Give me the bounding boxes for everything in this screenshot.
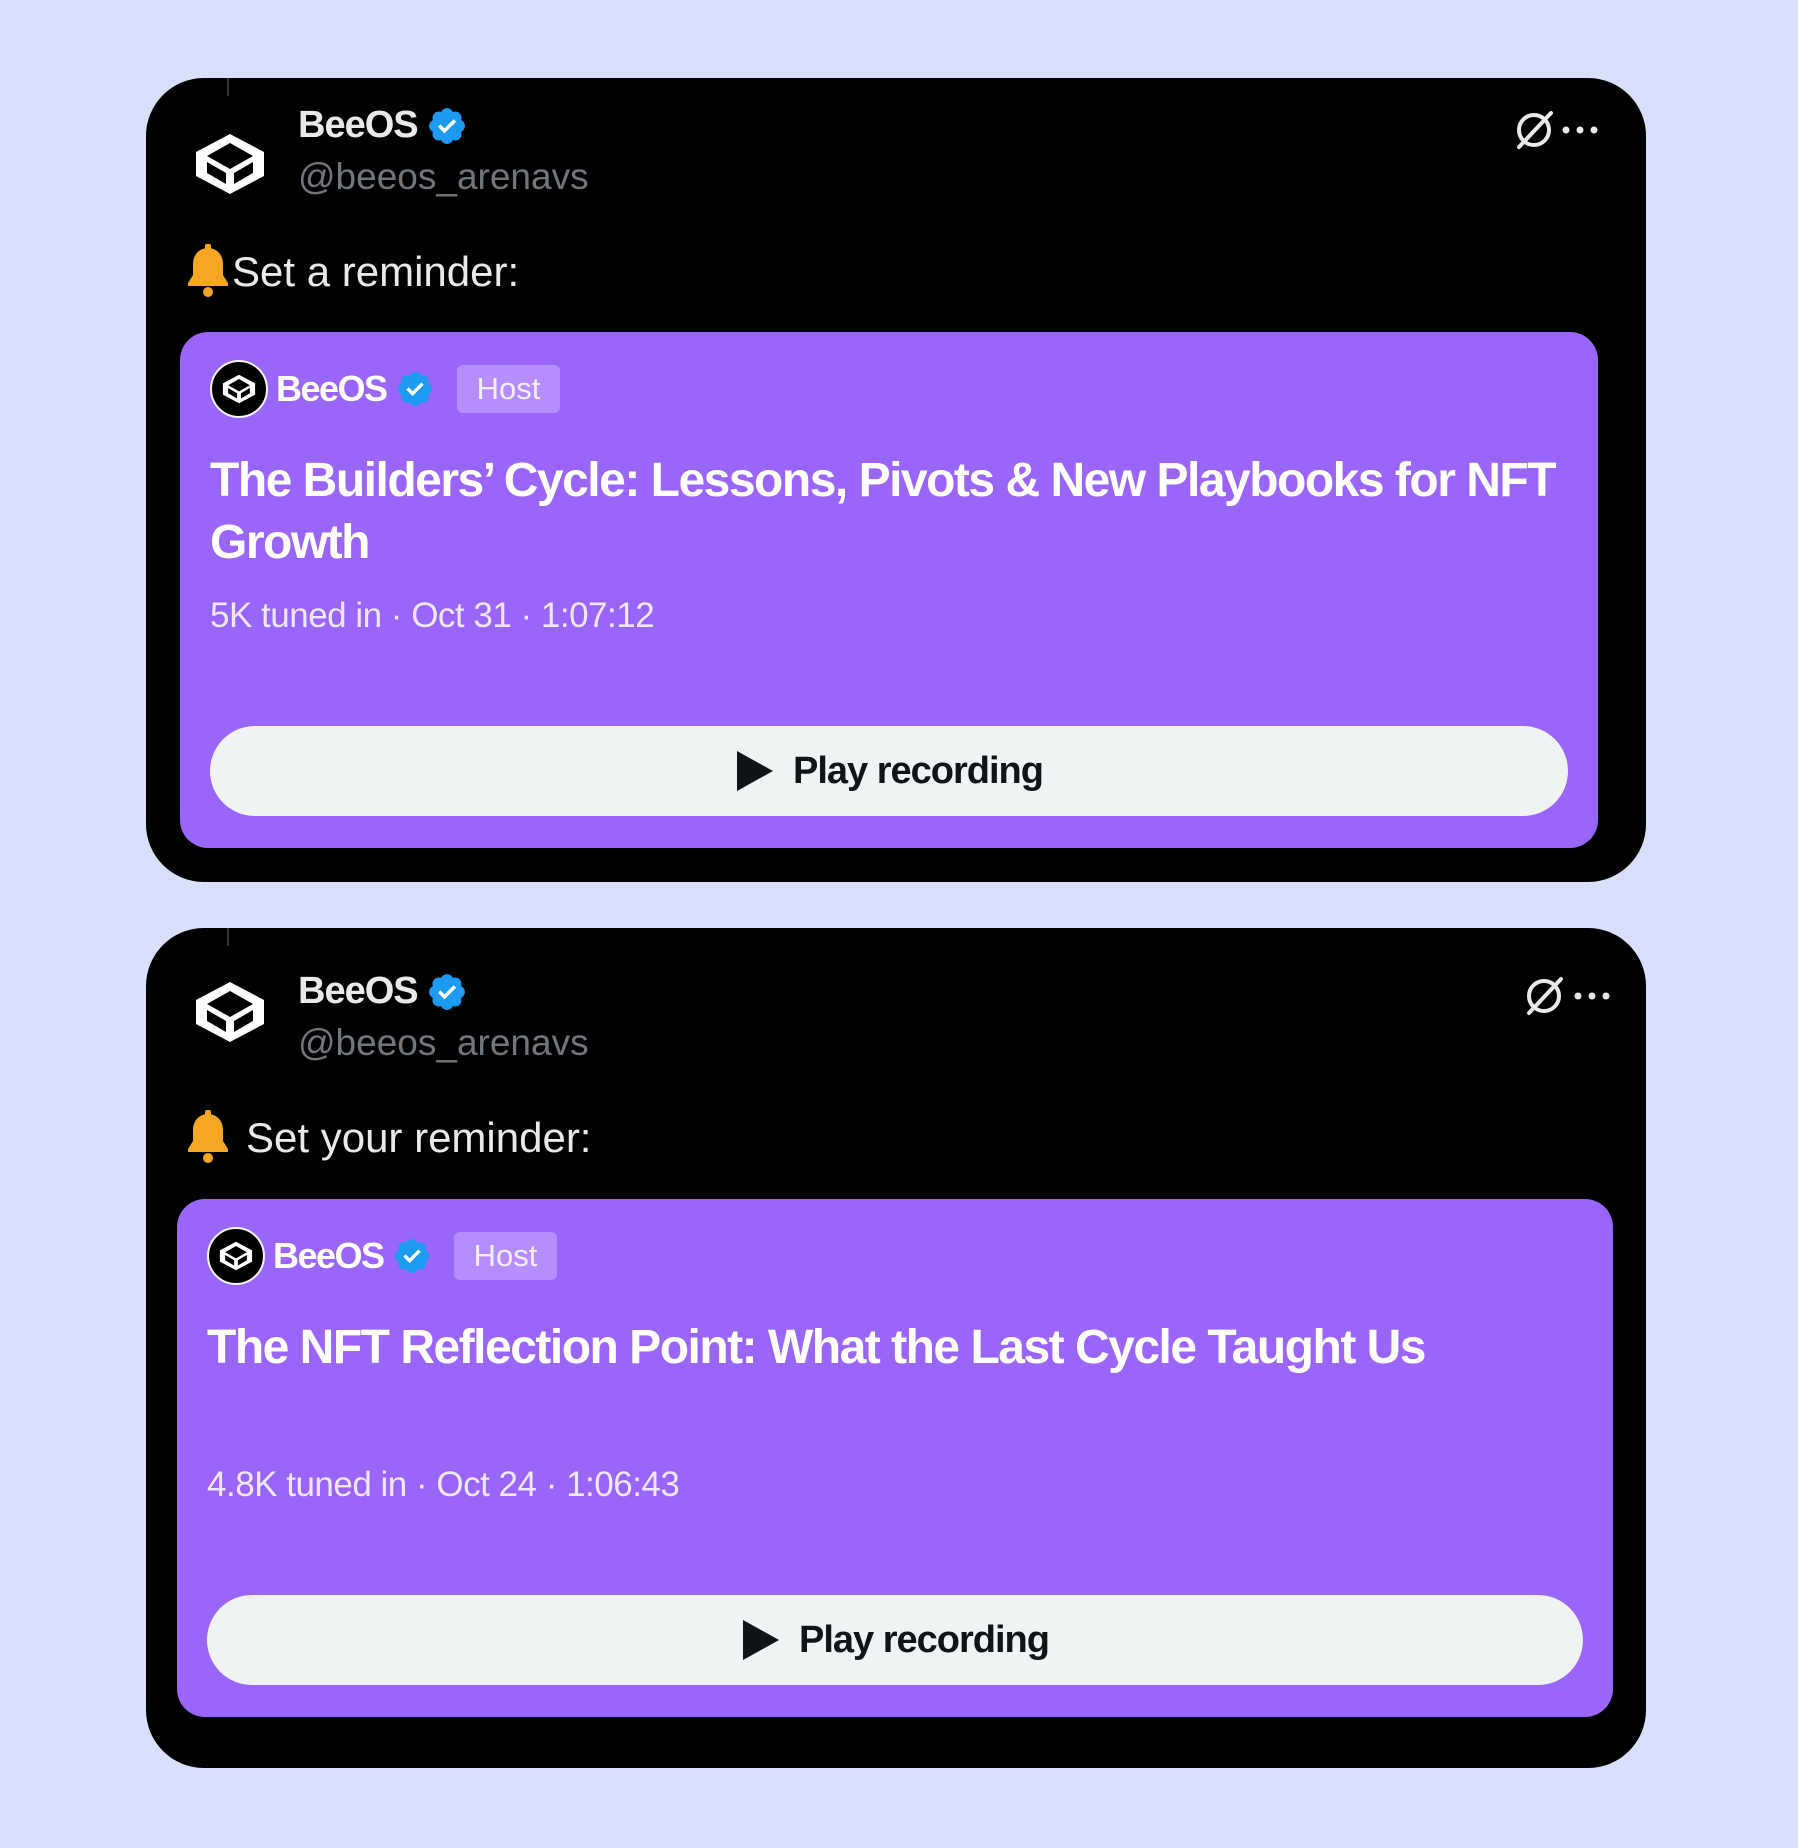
author-avatar[interactable] [190,972,270,1052]
beeos-logo-icon [196,982,264,1042]
host-badge: Host [456,365,561,413]
host-name: BeeOS [276,368,388,409]
post-card[interactable]: BeeOS @beeos_arenavs Set your reminder: [146,928,1646,1768]
bell-icon [184,1110,232,1166]
space-card[interactable]: BeeOS Host The NFT Reflection Point: Wha… [177,1199,1613,1717]
grok-icon[interactable] [1520,972,1568,1020]
space-meta: 5K tuned in · Oct 31 · 1:07:12 [210,596,655,635]
beeos-logo-icon [219,1241,253,1271]
author-name-label: BeeOS [298,104,419,146]
more-icon[interactable] [1556,106,1604,154]
verified-badge-icon [397,371,432,407]
post-text-label: Set your reminder: [246,1114,592,1161]
author-name[interactable]: BeeOS [298,970,468,1013]
author-name[interactable]: BeeOS [298,104,468,147]
author-avatar[interactable] [190,124,270,204]
play-recording-button[interactable]: Play recording [207,1595,1583,1685]
bell-icon [184,244,232,300]
post-text: Set your reminder: [184,1110,591,1166]
author-name-label: BeeOS [298,970,419,1012]
space-title: The Builders’ Cycle: Lessons, Pivots & N… [210,454,1557,569]
grok-icon[interactable] [1510,106,1558,154]
thread-line [227,928,229,946]
host-row: BeeOS Host [210,360,561,418]
play-icon [737,751,773,791]
beeos-logo-icon [222,374,256,404]
play-icon [743,1620,779,1660]
author-handle[interactable]: @beeos_arenavs [298,1022,589,1064]
space-title: The NFT Reflection Point: What the Last … [207,1321,1427,1374]
more-icon[interactable] [1568,972,1616,1020]
host-row: BeeOS Host [207,1227,558,1285]
thread-line [227,78,229,96]
host-name: BeeOS [273,1235,385,1276]
verified-badge-icon [428,973,465,1010]
play-recording-label: Play recording [793,749,1044,792]
verified-badge-icon [428,107,465,144]
play-recording-label: Play recording [799,1618,1050,1661]
play-recording-button[interactable]: Play recording [210,726,1568,816]
post-text: Set a reminder: [184,244,519,300]
space-card[interactable]: BeeOS Host The Builders’ Cycle: Lessons,… [180,332,1598,848]
post-card[interactable]: BeeOS @beeos_arenavs Set a reminder: Bee… [146,78,1646,882]
verified-badge-icon [394,1238,429,1274]
host-avatar [207,1227,265,1285]
post-text-label: Set a reminder: [232,248,520,295]
beeos-logo-icon [196,134,264,194]
host-avatar [210,360,268,418]
author-handle[interactable]: @beeos_arenavs [298,156,589,198]
host-badge: Host [453,1232,558,1280]
space-meta: 4.8K tuned in · Oct 24 · 1:06:43 [207,1465,680,1504]
